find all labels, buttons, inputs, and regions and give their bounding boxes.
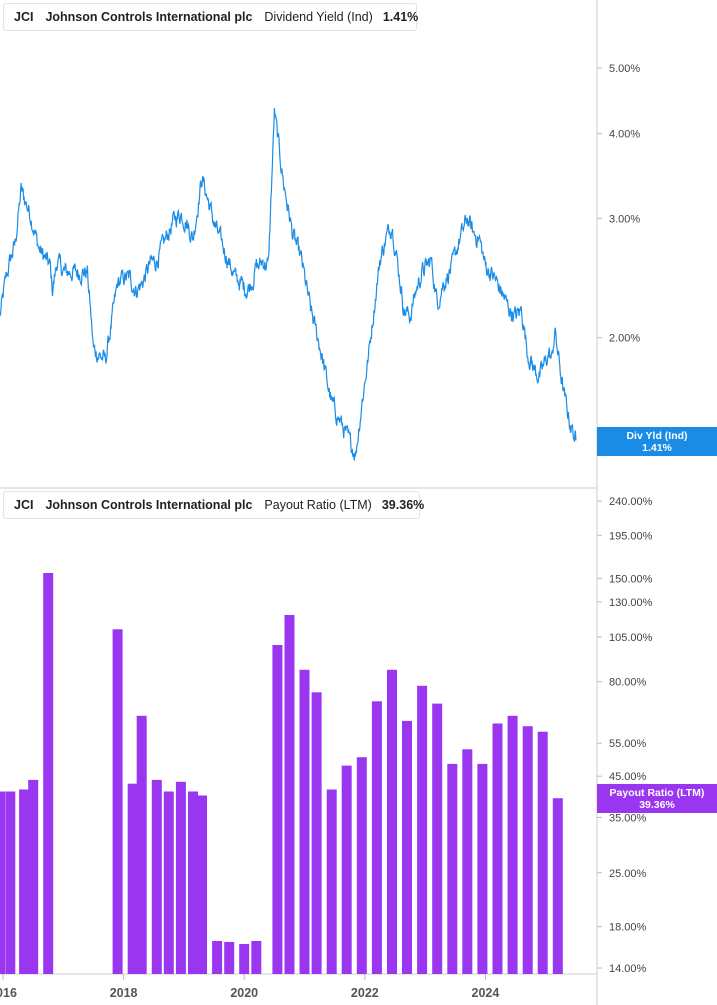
payout-bar-33 [507,715,518,974]
x-tick-label-3: 2022 [351,986,379,1000]
payout-legend-company: Johnson Controls International plc [45,498,253,512]
yield-tag-value: 1.41% [642,441,672,454]
yield-legend-metric: Dividend Yield (Ind) [264,10,373,24]
payout-bar-2 [19,789,30,974]
payout-tick-label-4: 45.00% [609,771,647,783]
payout-bar-6 [127,783,138,974]
payout-bar-28 [432,703,443,974]
payout-bar-17 [272,645,283,974]
x-tick-label-0: 2016 [0,986,17,1000]
payout-value-tag: Payout Ratio (LTM) 39.36% [597,784,717,814]
payout-tick-label-9: 150.00% [609,573,653,585]
payout-bar-15 [239,944,250,974]
payout-bar-27 [417,685,428,974]
payout-legend-value: 39.36% [381,498,425,512]
x-tick-label-1: 2018 [110,986,138,1000]
payout-bar-8 [151,779,162,974]
payout-tick-label-1: 18.00% [609,922,647,934]
payout-bar-10 [175,781,186,974]
payout-bar-35 [537,731,548,974]
payout-bar-20 [311,692,322,974]
payout-tag-label: Payout Ratio (LTM) [609,787,705,800]
yield-tick-label-1: 3.00% [609,213,640,225]
payout-bars [0,573,563,974]
payout-bar-19 [299,669,310,974]
payout-bar-4 [43,573,54,974]
payout-tick-label-2: 25.00% [609,868,647,880]
payout-bar-26 [402,720,412,974]
yield-tick-label-0: 2.00% [609,333,640,345]
payout-bar-32 [492,723,503,974]
yield-legend-ticker: JCI [14,10,34,24]
payout-bar-31 [477,763,488,974]
payout-bar-21 [326,789,337,974]
payout-legend-metric: Payout Ratio (LTM) [264,498,372,512]
x-tick-label-2: 2020 [230,986,258,1000]
yield-legend-value: 1.41% [382,10,419,24]
payout-bar-11 [188,791,198,974]
payout-bar-0 [0,791,5,974]
payout-tick-label-6: 80.00% [609,677,647,689]
yield-y-axis: 2.00% 3.00% 4.00% 5.00% [597,63,640,345]
payout-bar-23 [356,757,367,974]
payout-bar-13 [212,941,223,974]
yield-tick-label-3: 5.00% [609,63,640,75]
dividend-yield-line [0,107,577,461]
payout-y-axis: 14.00% 18.00% 25.00% 35.00% 45.00% 55.00% 80.0… [597,496,653,975]
payout-bar-14 [224,942,235,974]
payout-bar-30 [462,749,473,974]
payout-tick-label-10: 195.00% [609,530,653,542]
payout-legend-ticker: JCI [14,498,34,512]
payout-tag-value: 39.36% [639,799,675,812]
payout-bar-29 [447,763,458,974]
payout-bar-36 [552,798,563,974]
x-tick-label-4: 2024 [472,986,500,1000]
yield-value-tag: Div Yld (Ind) 1.41% [597,426,717,456]
payout-tick-label-8: 130.00% [609,597,653,609]
yield-legend: JCI Johnson Controls International plc D… [3,3,419,31]
payout-bar-18 [284,615,295,974]
payout-bar-22 [341,765,352,974]
payout-bar-12 [197,795,207,974]
payout-bar-9 [163,791,174,974]
payout-tick-label-0: 14.00% [609,963,647,975]
payout-tick-label-5: 55.00% [609,738,647,750]
yield-legend-company: Johnson Controls International plc [45,10,253,24]
x-axis: 2016 2018 2020 2022 2024 [0,974,499,1000]
payout-bar-34 [522,726,533,974]
yield-tick-label-2: 4.00% [609,129,640,141]
payout-legend: JCI Johnson Controls International plc P… [3,491,424,519]
payout-bar-24 [371,701,382,974]
payout-tick-label-11: 240.00% [609,496,653,508]
payout-tick-label-3: 35.00% [609,812,647,824]
payout-bar-5 [112,629,123,974]
payout-bar-1 [5,791,16,974]
payout-bar-16 [251,941,262,974]
payout-tick-label-7: 105.00% [609,632,653,644]
payout-bar-3 [28,779,39,974]
payout-bar-7 [136,715,147,974]
yield-tag-label: Div Yld (Ind) [626,429,688,442]
payout-bar-25 [387,669,397,974]
